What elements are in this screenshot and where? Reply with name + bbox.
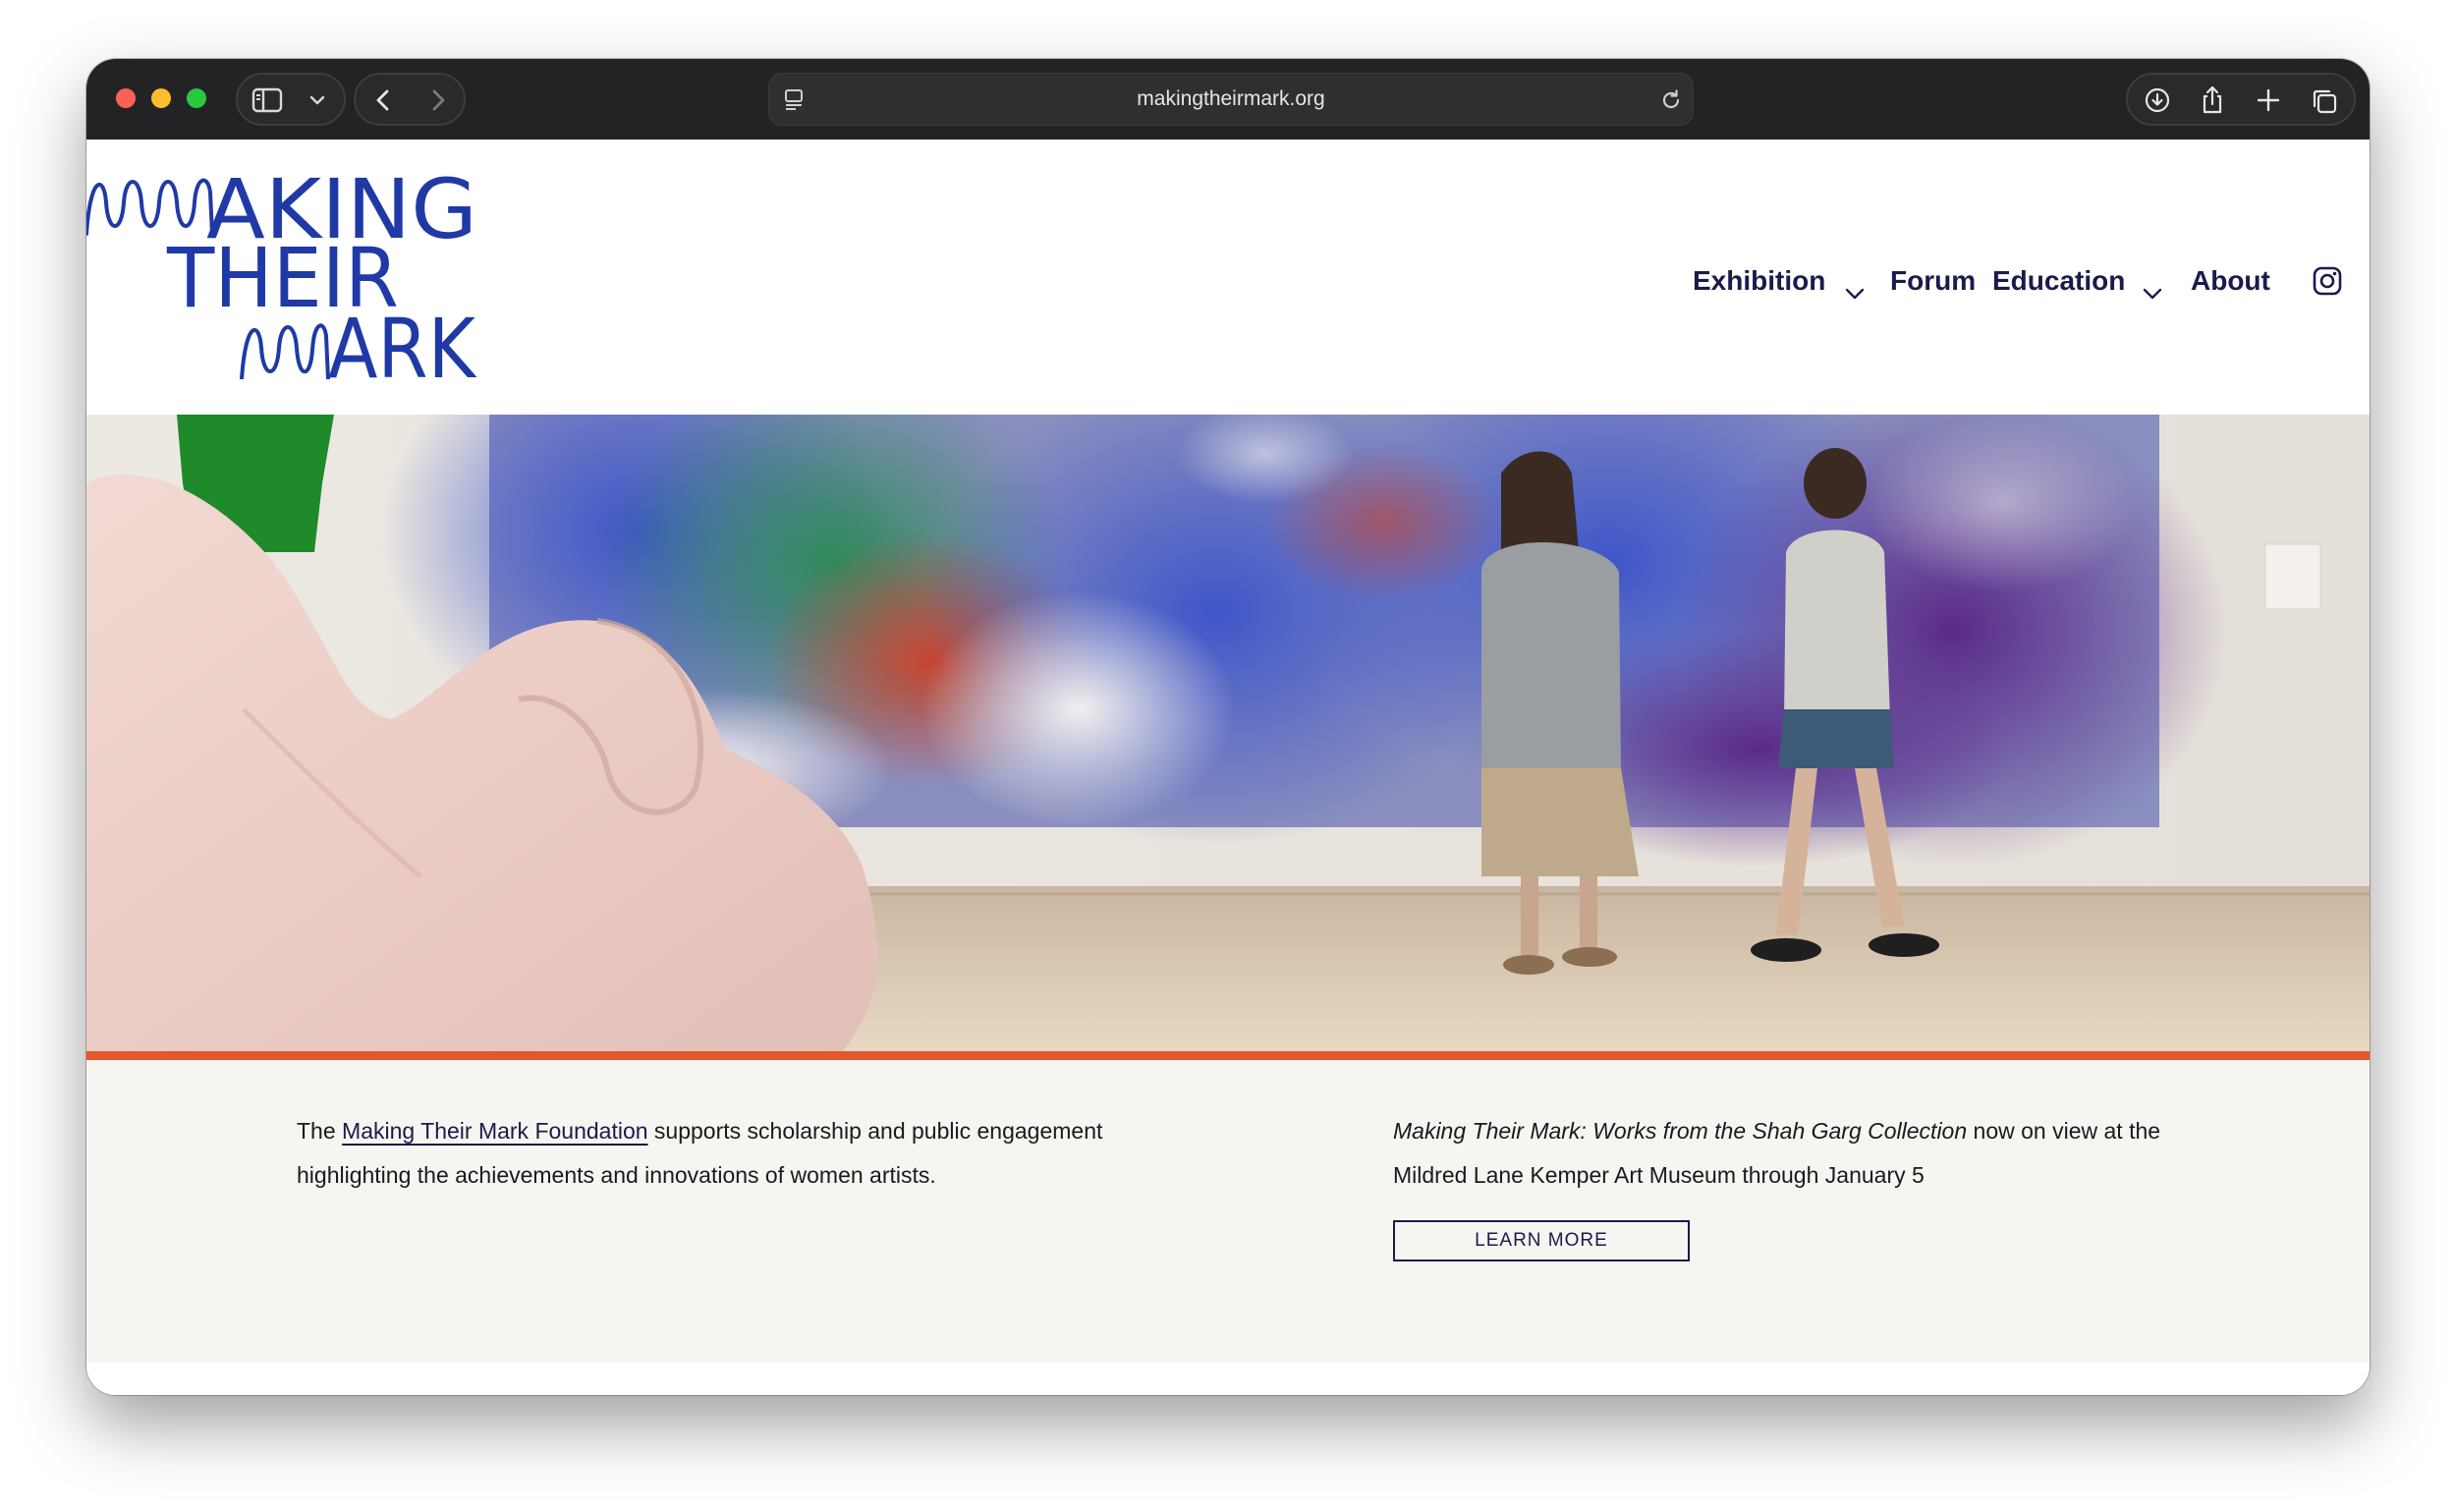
exhibition-title: Making Their Mark: Works from the Shah G… xyxy=(1393,1118,1968,1144)
back-arrow-icon[interactable] xyxy=(371,87,395,113)
url-text: makingtheirmark.org xyxy=(1137,87,1325,110)
intro-prefix: The xyxy=(297,1118,343,1144)
page-bottom xyxy=(86,1363,2370,1395)
tabs-overview-icon[interactable] xyxy=(2311,87,2338,115)
minimize-window-button[interactable] xyxy=(151,88,171,108)
nav-education[interactable]: Education xyxy=(1992,261,2167,301)
close-window-button[interactable] xyxy=(116,88,136,108)
foundation-link[interactable]: Making Their Mark Foundation xyxy=(342,1118,648,1144)
share-icon[interactable] xyxy=(2199,84,2226,116)
browser-toolbar: makingtheirmark.org xyxy=(86,59,2370,140)
zoom-window-button[interactable] xyxy=(187,88,206,108)
toolbar-actions-group xyxy=(2126,73,2356,126)
nav-exhibition-label: Exhibition xyxy=(1693,265,1826,296)
chevron-down-icon[interactable] xyxy=(308,93,326,107)
main-navigation: Exhibition Forum Education About xyxy=(86,261,2370,301)
forward-arrow-icon[interactable] xyxy=(426,87,450,113)
nav-exhibition[interactable]: Exhibition xyxy=(1693,261,1868,301)
sidebar-toggle-group xyxy=(236,73,346,126)
address-bar[interactable]: makingtheirmark.org xyxy=(768,73,1694,126)
new-tab-icon[interactable] xyxy=(2256,87,2281,113)
site-header: AKING THEIR ARK Exhibition Forum Educati… xyxy=(86,140,2370,415)
chevron-down-icon xyxy=(2142,273,2163,312)
chevron-down-icon xyxy=(1844,273,1866,312)
sidebar-icon[interactable] xyxy=(251,87,283,113)
nav-about[interactable]: About xyxy=(2191,261,2270,301)
download-icon[interactable] xyxy=(2144,86,2171,114)
logo-word-mark: ARK xyxy=(328,301,477,379)
hero-image xyxy=(86,415,2370,1051)
browser-window: makingtheirmark.org AKING THEIR ARK Exhi… xyxy=(86,59,2370,1395)
accent-divider xyxy=(86,1051,2370,1060)
foundation-description: The Making Their Mark Foundation support… xyxy=(297,1109,1161,1198)
nav-forum[interactable]: Forum xyxy=(1890,261,1976,301)
nav-education-label: Education xyxy=(1992,265,2126,296)
reload-icon[interactable] xyxy=(1659,88,1683,112)
learn-more-button[interactable]: LEARN MORE xyxy=(1393,1220,1690,1261)
history-nav-group xyxy=(354,73,466,126)
instagram-icon[interactable] xyxy=(2313,266,2342,306)
web-page: AKING THEIR ARK Exhibition Forum Educati… xyxy=(86,140,2370,1395)
intro-section: The Making Their Mark Foundation support… xyxy=(86,1060,2370,1363)
exhibition-announcement: Making Their Mark: Works from the Shah G… xyxy=(1393,1109,2199,1198)
